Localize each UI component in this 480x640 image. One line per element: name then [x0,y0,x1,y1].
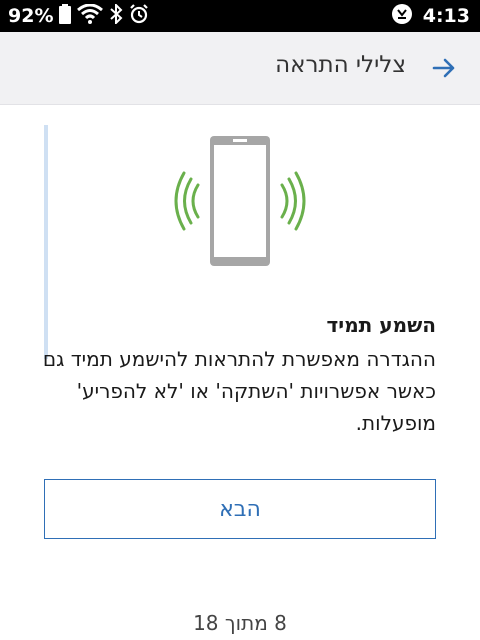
option-description: ההגדרה מאפשרת להתראות להישמע תמיד גם כאש… [42,347,436,435]
sync-icon [391,3,413,29]
status-bar: 92% 4:13 [0,0,480,32]
accent-divider [44,125,48,359]
clock: 4:13 [422,5,470,27]
app-header: צלילי התראה [0,32,480,105]
arrow-right-icon [432,58,455,78]
bluetooth-icon [109,2,123,28]
main-content: השמע תמיד ההגדרה מאפשרת להתראות להישמע ת… [0,105,480,640]
status-right: 4:13 [391,0,470,32]
battery-icon [59,4,72,28]
phone-vibrate-icon [170,133,310,273]
battery-percent: 92% [8,5,54,27]
page-title: צלילי התראה [275,52,406,78]
wifi-icon [77,3,104,28]
page-indicator: 8 מתוך 18 [193,611,287,635]
alarm-icon [129,4,149,28]
option-heading: השמע תמיד [326,313,436,337]
back-button[interactable] [430,54,458,82]
status-left: 92% [8,0,149,32]
next-button[interactable]: הבא [44,479,436,539]
